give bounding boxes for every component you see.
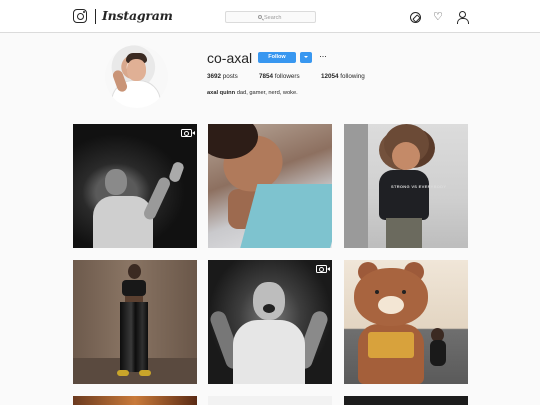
post-thumbnail-9[interactable]	[344, 396, 468, 405]
posts-count: 3692 posts	[207, 73, 238, 80]
posts-count-value: 3692	[207, 73, 222, 80]
shirt-print: STRONG VS EVERYBODY	[391, 184, 447, 189]
following-count-value: 12054	[321, 73, 339, 80]
post-thumbnail-4[interactable]	[73, 260, 197, 384]
profile-full-name: axal quinn	[207, 90, 236, 96]
search-icon	[258, 14, 262, 19]
logo-divider	[95, 9, 96, 24]
post-thumbnail-3[interactable]: STRONG VS EVERYBODY	[344, 124, 468, 248]
video-icon	[181, 129, 195, 137]
user-icon[interactable]	[456, 11, 469, 24]
profile-bio-text: dad, gamer, nerd, woke.	[236, 90, 298, 96]
post-thumbnail-6[interactable]	[344, 260, 468, 384]
instagram-camera-icon[interactable]	[73, 9, 87, 23]
following-count-label: following	[340, 73, 365, 80]
followers-count[interactable]: 7854 followers	[259, 73, 300, 80]
search-input[interactable]: Search	[225, 11, 316, 23]
post-thumbnail-2[interactable]	[208, 124, 332, 248]
following-count[interactable]: 12054 following	[321, 73, 365, 80]
more-options-button[interactable]: ···	[319, 51, 327, 62]
post-thumbnail-1[interactable]	[73, 124, 197, 248]
top-nav: Instagram Search ♡	[0, 0, 540, 33]
posts-count-label: posts	[222, 73, 238, 80]
followers-count-value: 7854	[259, 73, 274, 80]
follow-button[interactable]: Follow	[258, 52, 296, 63]
profile-username: co-axal	[207, 50, 253, 66]
followers-count-label: followers	[274, 73, 300, 80]
suggested-accounts-caret-button[interactable]	[300, 52, 312, 63]
post-thumbnail-8[interactable]	[208, 396, 332, 405]
video-icon	[316, 265, 330, 273]
post-thumbnail-7[interactable]	[73, 396, 197, 405]
heart-icon[interactable]: ♡	[433, 11, 443, 23]
search-placeholder: Search	[264, 14, 282, 21]
post-thumbnail-5[interactable]	[208, 260, 332, 384]
profile-avatar[interactable]	[105, 45, 168, 108]
profile-bio: axal quinn dad, gamer, nerd, woke.	[207, 90, 298, 96]
instagram-wordmark[interactable]: Instagram	[102, 8, 173, 23]
compass-icon[interactable]	[410, 12, 421, 23]
